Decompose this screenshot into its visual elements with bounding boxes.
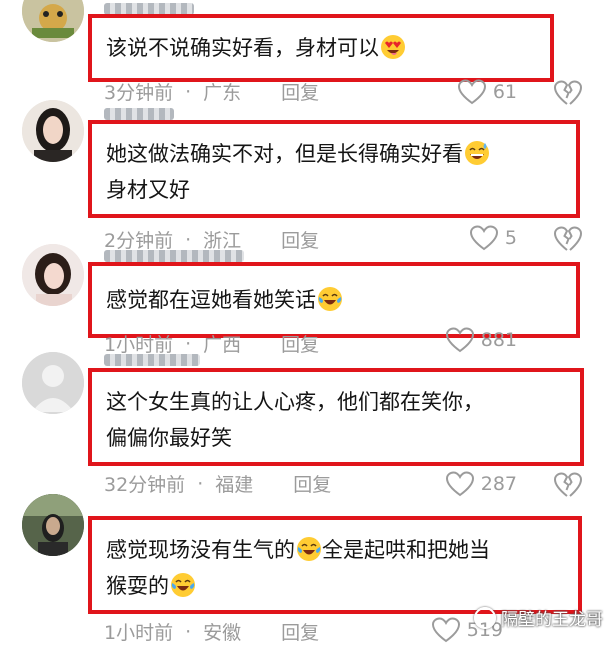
comment-text: 这个女生真的让人心疼，他们都在笑你， <box>106 390 484 414</box>
watermark: 隔壁的王龙哥 <box>474 605 603 630</box>
comment-time: 32分钟前 <box>104 474 186 496</box>
blurred-username <box>104 250 244 262</box>
watermark-logo-icon <box>474 606 496 629</box>
separator: · <box>185 228 192 251</box>
comment-box-1: 该说不说确实好看，身材可以 <box>88 14 554 82</box>
reply-button[interactable]: 回复 <box>281 78 319 105</box>
comment-text: 身材又好 <box>106 178 190 202</box>
avatar[interactable] <box>22 244 84 306</box>
sweat-smile-emoji-icon <box>465 141 489 165</box>
heart-icon <box>457 79 486 105</box>
watermark-text: 隔壁的王龙哥 <box>501 610 603 630</box>
avatar[interactable] <box>22 494 84 556</box>
broken-heart-icon[interactable] <box>553 225 583 253</box>
comment-time: 3分钟前 <box>104 82 174 104</box>
comment-location: 广西 <box>203 334 242 356</box>
comment-text: 猴耍的 <box>106 574 169 598</box>
comment-text: 她这做法确实不对，但是长得确实好看 <box>106 142 463 166</box>
like-button[interactable]: 5 <box>469 224 517 252</box>
heart-icon <box>445 327 474 353</box>
broken-heart-icon[interactable] <box>553 79 583 107</box>
comment-time: 1小时前 <box>104 622 174 644</box>
like-button[interactable]: 61 <box>457 78 517 106</box>
comment-location: 安徽 <box>203 622 242 644</box>
separator: · <box>185 80 192 103</box>
like-count: 61 <box>492 81 517 103</box>
avatar[interactable] <box>22 0 84 42</box>
tears-of-joy-emoji-icon <box>318 287 342 311</box>
like-count: 881 <box>480 329 517 351</box>
broken-heart-icon[interactable] <box>553 471 583 499</box>
heart-eyes-emoji-icon <box>381 35 405 59</box>
separator: · <box>185 620 192 643</box>
reply-button[interactable]: 回复 <box>281 226 319 253</box>
comment-meta: 1小时前 · 广西 回复 <box>104 330 319 357</box>
avatar[interactable] <box>22 100 84 162</box>
blurred-username <box>104 108 174 120</box>
tears-of-joy-emoji-icon <box>171 573 195 597</box>
comment-meta: 32分钟前 · 福建 回复 <box>104 470 331 497</box>
reply-button[interactable]: 回复 <box>293 470 331 497</box>
like-button[interactable]: 287 <box>445 470 517 498</box>
tears-of-joy-emoji-icon <box>297 537 321 561</box>
comment-text: 偏偏你最好笑 <box>106 426 232 450</box>
heart-icon <box>469 225 498 251</box>
comment-text: 感觉都在逗她看她笑话 <box>106 288 316 312</box>
like-button[interactable]: 881 <box>445 326 517 354</box>
avatar[interactable] <box>22 352 84 414</box>
separator: · <box>197 472 204 495</box>
comment-time: 2分钟前 <box>104 230 174 252</box>
comment-location: 福建 <box>215 474 254 496</box>
comment-location: 广东 <box>203 82 242 104</box>
comment-meta: 3分钟前 · 广东 回复 <box>104 78 319 105</box>
reply-button[interactable]: 回复 <box>281 330 319 357</box>
comment-box-5: 感觉现场没有生气的 全是起哄和把她当 猴耍的 <box>88 516 582 614</box>
comment-box-2: 她这做法确实不对，但是长得确实好看 身材又好 <box>88 120 580 218</box>
comment-box-4: 这个女生真的让人心疼，他们都在笑你， 偏偏你最好笑 <box>88 368 584 466</box>
comment-meta: 1小时前 · 安徽 回复 <box>104 618 319 645</box>
blurred-username <box>104 354 200 366</box>
separator: · <box>185 332 192 355</box>
comment-time: 1小时前 <box>104 334 174 356</box>
comment-meta: 2分钟前 · 浙江 回复 <box>104 226 319 253</box>
comment-text: 感觉现场没有生气的 <box>106 538 295 562</box>
like-count: 287 <box>480 473 517 495</box>
like-count: 5 <box>504 227 517 249</box>
comment-text: 该说不说确实好看，身材可以 <box>106 36 379 60</box>
comment-text: 全是起哄和把她当 <box>322 538 490 562</box>
heart-icon <box>445 471 474 497</box>
reply-button[interactable]: 回复 <box>281 618 319 645</box>
comment-location: 浙江 <box>203 230 242 252</box>
